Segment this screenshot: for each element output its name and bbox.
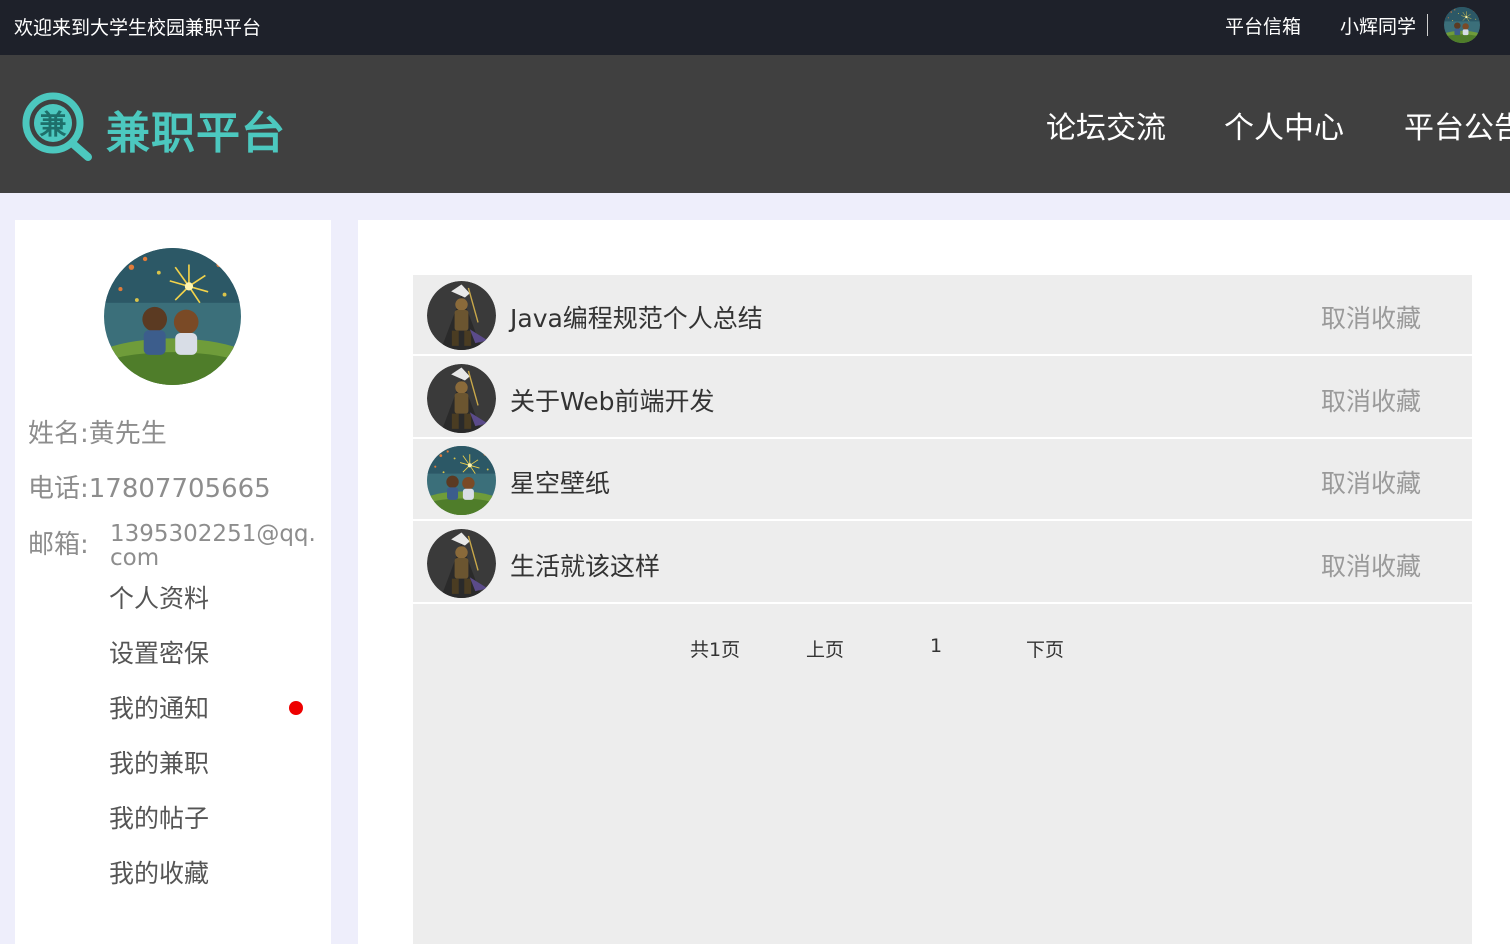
- profile-sidebar: 姓名:黄先生 电话:17807705665 邮箱: 1395302251@qq.…: [15, 220, 331, 944]
- user-avatar[interactable]: [1444, 7, 1480, 43]
- nav-forum[interactable]: 论坛交流: [1046, 103, 1166, 147]
- profile-email-value: 1395302251@qq.com: [110, 521, 316, 571]
- item-title[interactable]: Java编程规范个人总结: [510, 299, 763, 335]
- profile-email-label: 邮箱:: [28, 530, 89, 560]
- menu-profile[interactable]: 个人资料: [109, 579, 209, 615]
- cancel-favorite-button[interactable]: 取消收藏: [1321, 382, 1421, 418]
- profile-name: 姓名:黄先生: [28, 419, 167, 449]
- menu-my-favorites[interactable]: 我的收藏: [109, 854, 209, 890]
- cancel-favorite-button[interactable]: 取消收藏: [1321, 299, 1421, 335]
- menu-notifications[interactable]: 我的通知: [109, 689, 209, 725]
- inbox-link[interactable]: 平台信箱: [1225, 12, 1301, 39]
- pagination-next[interactable]: 下页: [1026, 635, 1064, 662]
- profile-phone: 电话:17807705665: [28, 474, 271, 504]
- menu-my-jobs[interactable]: 我的兼职: [109, 744, 209, 780]
- welcome-text: 欢迎来到大学生校园兼职平台: [14, 17, 262, 39]
- main-header: 兼 兼职平台 论坛交流 个人中心 平台公告: [0, 55, 1510, 193]
- logo-icon: 兼: [20, 91, 94, 161]
- list-item: 生活就该这样 取消收藏: [413, 523, 1472, 604]
- favorites-panel: Java编程规范个人总结 取消收藏 关于Web前端开发 取消收藏 星空壁纸 取消…: [358, 220, 1510, 944]
- menu-my-posts[interactable]: 我的帖子: [109, 799, 209, 835]
- warrior-avatar: [427, 281, 496, 350]
- logo-text[interactable]: 兼职平台: [106, 97, 286, 161]
- list-item: 关于Web前端开发 取消收藏: [413, 358, 1472, 439]
- menu-security[interactable]: 设置密保: [109, 634, 209, 670]
- pagination-current[interactable]: 1: [930, 635, 942, 657]
- favorites-list: Java编程规范个人总结 取消收藏 关于Web前端开发 取消收藏 星空壁纸 取消…: [413, 275, 1472, 944]
- notification-dot: [289, 701, 303, 715]
- pagination-prev[interactable]: 上页: [806, 635, 844, 662]
- pagination-total: 共1页: [690, 639, 741, 661]
- warrior-avatar: [427, 364, 496, 433]
- cancel-favorite-button[interactable]: 取消收藏: [1321, 547, 1421, 583]
- nav-announcements[interactable]: 平台公告: [1404, 103, 1510, 147]
- list-item: Java编程规范个人总结 取消收藏: [413, 275, 1472, 356]
- list-item: 星空壁纸 取消收藏: [413, 440, 1472, 521]
- item-title[interactable]: 生活就该这样: [510, 547, 660, 583]
- fireworks-avatar: [427, 446, 496, 515]
- nav-personal-center[interactable]: 个人中心: [1224, 103, 1344, 147]
- cancel-favorite-button[interactable]: 取消收藏: [1321, 464, 1421, 500]
- item-title[interactable]: 关于Web前端开发: [510, 382, 715, 418]
- logo-glyph: 兼: [40, 109, 67, 141]
- profile-avatar: [104, 248, 241, 385]
- username-link[interactable]: 小辉同学: [1340, 12, 1416, 39]
- top-bar: 欢迎来到大学生校园兼职平台 平台信箱 小辉同学: [0, 0, 1510, 55]
- divider: [1427, 14, 1428, 36]
- item-title[interactable]: 星空壁纸: [510, 464, 610, 500]
- warrior-avatar: [427, 529, 496, 598]
